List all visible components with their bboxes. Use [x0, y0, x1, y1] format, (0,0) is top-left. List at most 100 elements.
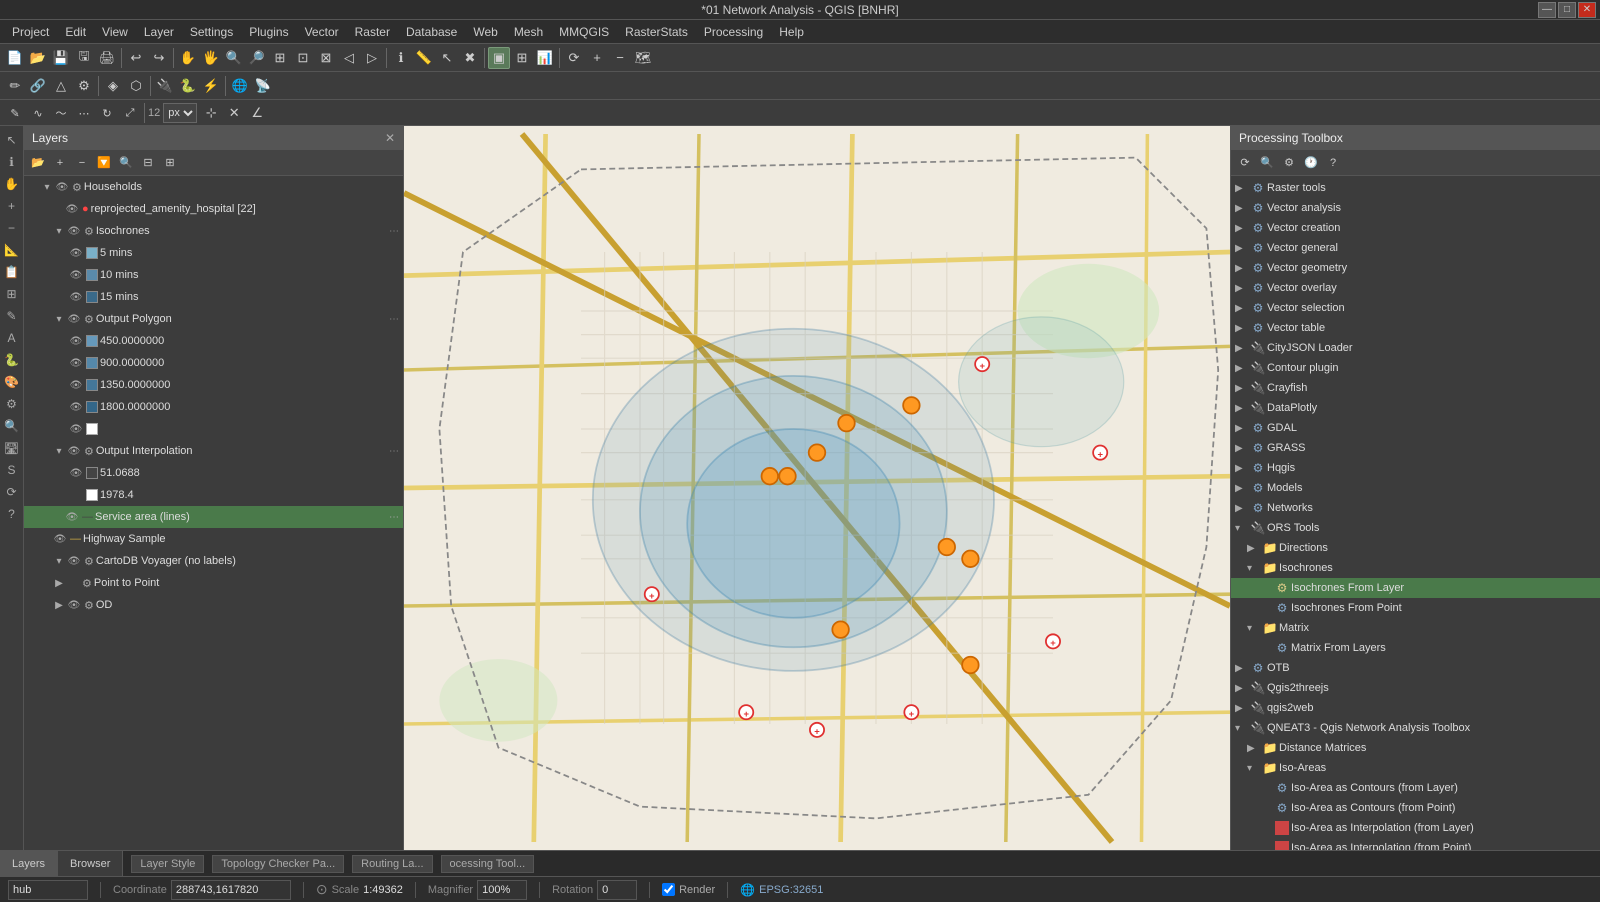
eye-interp2-icon[interactable] — [68, 487, 84, 503]
zoom-selection-btn[interactable]: ⊠ — [315, 47, 337, 69]
eye-10mins-icon[interactable]: 👁 — [68, 267, 84, 283]
proc-iso-contours-point[interactable]: ⚙ Iso-Area as Contours (from Point) — [1231, 798, 1600, 818]
eye-reprojected-icon[interactable]: 👁 — [64, 201, 80, 217]
eye-poly900-icon[interactable]: 👁 — [68, 355, 84, 371]
eye-5mins-icon[interactable]: 👁 — [68, 245, 84, 261]
layers-search-btn[interactable]: 🔍 — [116, 153, 136, 173]
layers-panel-close[interactable]: ✕ — [385, 131, 395, 145]
proc-hqgis[interactable]: ▶ ⚙ Hqgis — [1231, 458, 1600, 478]
table-left-btn[interactable]: ⊞ — [2, 284, 22, 304]
render-display[interactable]: Render — [662, 883, 715, 896]
proc-models[interactable]: ▶ ⚙ Models — [1231, 478, 1600, 498]
menu-layer[interactable]: Layer — [136, 23, 182, 41]
node-tool-btn[interactable]: ◈ — [102, 75, 124, 97]
proc-refresh-btn[interactable]: ⟳ — [1235, 153, 1255, 173]
freehand-btn[interactable]: 〜 — [50, 102, 72, 124]
eye-poly1800-icon[interactable]: 👁 — [68, 399, 84, 415]
refresh-left-btn[interactable]: ⟳ — [2, 482, 22, 502]
rotate-btn[interactable]: ↻ — [96, 102, 118, 124]
proc-isochrones-from-point[interactable]: ⚙ Isochrones From Point — [1231, 598, 1600, 618]
menu-rasterstats[interactable]: RasterStats — [617, 23, 696, 41]
select-features-btn[interactable]: ↖ — [2, 130, 22, 150]
proc-isochrones-from-layer[interactable]: ⚙ Isochrones From Layer — [1231, 578, 1600, 598]
menu-web[interactable]: Web — [465, 23, 505, 41]
eye-highway-sample-icon[interactable]: 👁 — [52, 531, 68, 547]
expand-p2p-icon[interactable]: ▶ — [52, 576, 66, 590]
layer-point-to-point[interactable]: ▶ ⚙ Point to Point — [24, 572, 403, 594]
color-btn[interactable]: 🎨 — [2, 372, 22, 392]
layer-service-area[interactable]: 👁 — Service area (lines) ⋯ — [24, 506, 403, 528]
proc-vector-table[interactable]: ▶ ⚙ Vector table — [1231, 318, 1600, 338]
layer-5mins[interactable]: 👁 5 mins — [24, 242, 403, 264]
curve-btn[interactable]: ∿ — [27, 102, 49, 124]
proc-help-btn[interactable]: ? — [1323, 153, 1343, 173]
minimize-button[interactable]: — — [1538, 2, 1556, 18]
proc-matrix-from-layers[interactable]: ⚙ Matrix From Layers — [1231, 638, 1600, 658]
layer-reprojected[interactable]: 👁 ● reprojected_amenity_hospital [22] — [24, 198, 403, 220]
proc-isochrones-ors[interactable]: ▾ 📁 Isochrones — [1231, 558, 1600, 578]
layer-households[interactable]: ▾ 👁 ⚙ Households — [24, 176, 403, 198]
tracing-btn[interactable]: ⋯ — [73, 102, 95, 124]
advanced-digit-btn[interactable]: ⚙ — [73, 75, 95, 97]
panel-layer-style[interactable]: Layer Style — [131, 855, 204, 873]
isochrones-options-icon[interactable]: ⋯ — [389, 226, 399, 237]
layer-output-interp-group[interactable]: ▾ 👁 ⚙ Output Interpolation ⋯ — [24, 440, 403, 462]
eye-output-polygon-icon[interactable]: 👁 — [66, 311, 82, 327]
zoom-layer-btn[interactable]: ⊡ — [292, 47, 314, 69]
proc-qgis2threejs[interactable]: ▶ 🔌 Qgis2threejs — [1231, 678, 1600, 698]
eye-output-interp-icon[interactable]: 👁 — [66, 443, 82, 459]
new-project-btn[interactable]: 📄 — [4, 47, 26, 69]
layer-poly900[interactable]: 👁 900.0000000 — [24, 352, 403, 374]
layer-10mins[interactable]: 👁 10 mins — [24, 264, 403, 286]
tab-browser[interactable]: Browser — [58, 851, 123, 876]
layers-collapse-btn[interactable]: ⊟ — [138, 153, 158, 173]
select-btn[interactable]: ↖ — [436, 47, 458, 69]
menu-database[interactable]: Database — [398, 23, 465, 41]
proc-history-btn[interactable]: 🕐 — [1301, 153, 1321, 173]
route-btn[interactable]: 🛣 — [2, 438, 22, 458]
menu-edit[interactable]: Edit — [57, 23, 94, 41]
snap-angle-btn[interactable]: ∠ — [246, 102, 268, 124]
proc-iso-contours-layer[interactable]: ⚙ Iso-Area as Contours (from Layer) — [1231, 778, 1600, 798]
help-left-btn[interactable]: ? — [2, 504, 22, 524]
settings-left-btn[interactable]: S — [2, 460, 22, 480]
zoom-prev-btn[interactable]: ◁ — [338, 47, 360, 69]
zoom-next-btn[interactable]: ▷ — [361, 47, 383, 69]
coordinate-input[interactable] — [171, 880, 291, 900]
magnifier-input[interactable] — [477, 880, 527, 900]
menu-raster[interactable]: Raster — [347, 23, 398, 41]
topology-btn[interactable]: △ — [50, 75, 72, 97]
pan-map-btn[interactable]: 🖐 — [200, 47, 222, 69]
expand-output-interp-icon[interactable]: ▾ — [52, 444, 66, 458]
expand-od-icon[interactable]: ▶ — [52, 598, 66, 612]
edit-left-btn[interactable]: ✎ — [2, 306, 22, 326]
save-as-btn[interactable]: 🖫 — [73, 47, 95, 69]
render-checkbox[interactable] — [662, 883, 675, 896]
edit-pencil-btn[interactable]: ✎ — [4, 102, 26, 124]
menu-plugins[interactable]: Plugins — [241, 23, 296, 41]
proc-cityjson[interactable]: ▶ 🔌 CityJSON Loader — [1231, 338, 1600, 358]
layer-od[interactable]: ▶ 👁 ⚙ OD — [24, 594, 403, 616]
proc-contour-plugin[interactable]: ▶ 🔌 Contour plugin — [1231, 358, 1600, 378]
output-polygon-options-icon[interactable]: ⋯ — [389, 314, 399, 325]
proc-gdal[interactable]: ▶ ⚙ GDAL — [1231, 418, 1600, 438]
proc-vector-selection[interactable]: ▶ ⚙ Vector selection — [1231, 298, 1600, 318]
eye-poly-empty-icon[interactable]: 👁 — [68, 421, 84, 437]
proc-directions[interactable]: ▶ 📁 Directions — [1231, 538, 1600, 558]
proc-iso-interp-layer[interactable]: Iso-Area as Interpolation (from Layer) — [1231, 818, 1600, 838]
proc-iso-interp-point[interactable]: Iso-Area as Interpolation (from Point) — [1231, 838, 1600, 850]
eye-households-icon[interactable]: 👁 — [54, 179, 70, 195]
proc-ors-tools[interactable]: ▾ 🔌 ORS Tools — [1231, 518, 1600, 538]
eye-15mins-icon[interactable]: 👁 — [68, 289, 84, 305]
eye-isochrones-icon[interactable]: 👁 — [66, 223, 82, 239]
processing-left-btn[interactable]: ⚙ — [2, 394, 22, 414]
zoom-in-btn[interactable]: 🔍 — [223, 47, 245, 69]
menu-help[interactable]: Help — [771, 23, 812, 41]
menu-processing[interactable]: Processing — [696, 23, 771, 41]
plugins-btn[interactable]: 🔌 — [154, 75, 176, 97]
snap-off-btn[interactable]: ✕ — [223, 102, 245, 124]
layers-open-btn[interactable]: 📂 — [28, 153, 48, 173]
statistics-btn[interactable]: 📊 — [534, 47, 556, 69]
proc-matrix[interactable]: ▾ 📁 Matrix — [1231, 618, 1600, 638]
eye-interp1-icon[interactable]: 👁 — [68, 465, 84, 481]
